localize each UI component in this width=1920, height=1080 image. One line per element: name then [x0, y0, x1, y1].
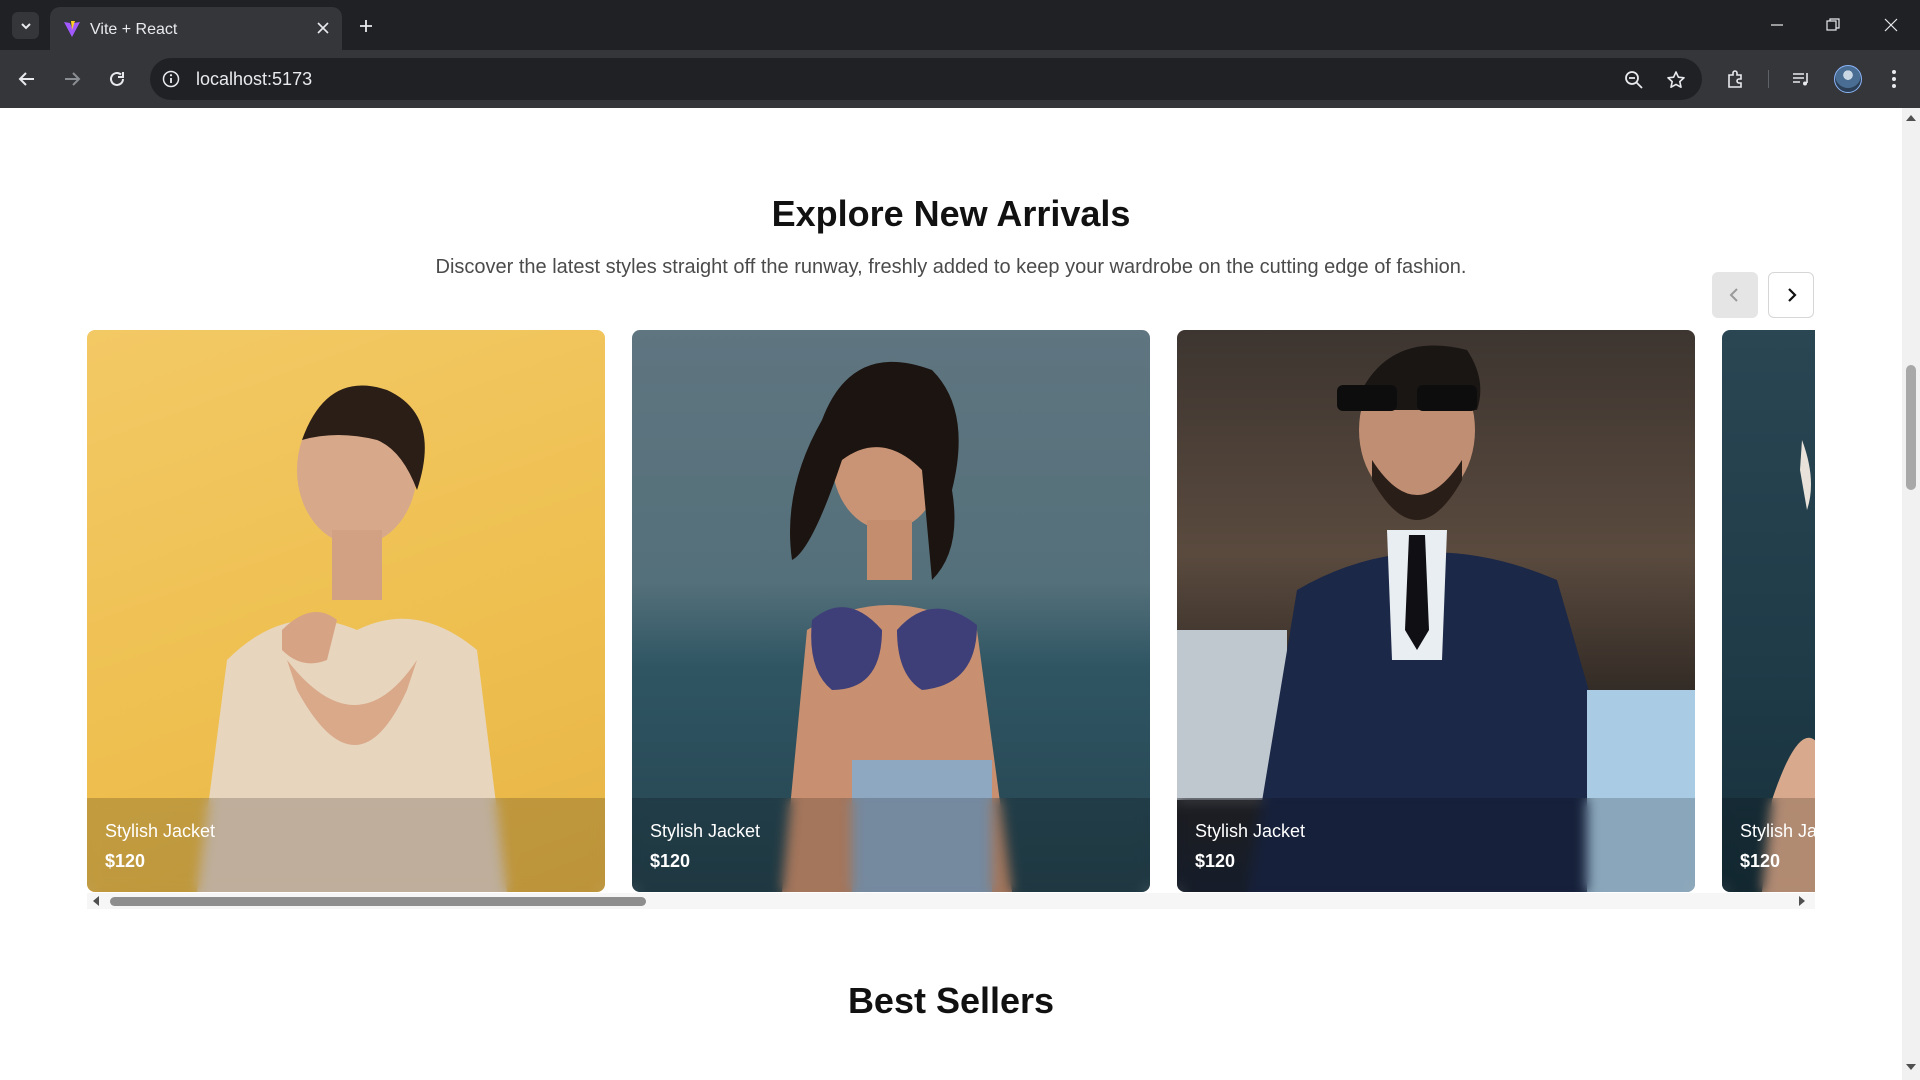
product-price: $120: [650, 851, 691, 871]
vite-logo-icon: [64, 21, 80, 37]
arrow-right-icon: [65, 72, 81, 86]
scroll-left-arrow-icon[interactable]: [93, 896, 99, 906]
browser-tab-strip: Vite + React: [0, 0, 1920, 50]
section-title-new-arrivals: Explore New Arrivals: [771, 193, 1131, 234]
browser-tab-active[interactable]: Vite + React: [50, 7, 342, 50]
product-name: Stylish Jacket: [650, 821, 761, 841]
minimize-icon: [1771, 24, 1783, 26]
tab-title: Vite + React: [90, 21, 178, 38]
product-card[interactable]: Stylish Jacket $120: [87, 330, 605, 892]
star-icon: [1667, 71, 1685, 88]
product-card[interactable]: Stylish Jacket $120: [1722, 330, 1815, 892]
restore-icon: [1826, 18, 1840, 31]
card-caption: [87, 798, 605, 892]
product-price: $120: [1740, 851, 1781, 871]
chevron-left-icon: [1729, 288, 1738, 302]
product-name: Stylish Jacket: [105, 821, 216, 841]
reload-button[interactable]: [102, 64, 132, 94]
reload-icon: [110, 71, 124, 86]
kebab-menu-icon: [1892, 70, 1896, 88]
scroll-down-arrow-icon[interactable]: [1906, 1064, 1916, 1070]
carousel-prev-button[interactable]: [1712, 272, 1758, 318]
forward-button[interactable]: [57, 64, 87, 94]
tab-search-button[interactable]: [12, 12, 39, 39]
product-name: Stylish Jacket: [1195, 821, 1306, 841]
carousel-next-button[interactable]: [1768, 272, 1814, 318]
scroll-right-arrow-icon[interactable]: [1799, 896, 1805, 906]
address-bar[interactable]: localhost:5173: [150, 58, 1702, 100]
zoom-button[interactable]: [1622, 68, 1646, 92]
carousel-scrollbar-thumb[interactable]: [110, 897, 646, 906]
product-price: $120: [1195, 851, 1236, 871]
url-text[interactable]: localhost:5173: [196, 69, 312, 90]
puzzle-icon: [1728, 70, 1742, 88]
page-scrollbar-thumb[interactable]: [1906, 365, 1916, 490]
card-caption: [1722, 798, 1815, 892]
plus-icon: [359, 19, 372, 32]
close-icon: [1884, 18, 1898, 32]
chevron-right-icon: [1788, 288, 1797, 302]
product-card[interactable]: Stylish Jacket $120: [632, 330, 1150, 892]
page-viewport: Explore New Arrivals Discover the latest…: [0, 108, 1902, 1080]
product-price: $120: [105, 851, 146, 871]
info-icon: [162, 70, 180, 88]
page-scrollbar-track[interactable]: [1902, 108, 1920, 1080]
bookmark-button[interactable]: [1664, 68, 1688, 92]
zoom-icon: [1625, 71, 1643, 89]
toolbar-divider: [1768, 70, 1769, 88]
media-control-button[interactable]: [1786, 64, 1816, 94]
card-caption: [632, 798, 1150, 892]
section-subtitle: Discover the latest styles straight off …: [435, 256, 1467, 278]
profile-avatar[interactable]: [1834, 65, 1862, 93]
site-info-button[interactable]: [160, 68, 182, 90]
extensions-button[interactable]: [1721, 64, 1751, 94]
card-caption: [1177, 798, 1695, 892]
browser-menu-button[interactable]: [1879, 64, 1909, 94]
section-title-best-sellers: Best Sellers: [847, 980, 1055, 1021]
back-button[interactable]: [12, 64, 42, 94]
restore-button[interactable]: [1818, 10, 1848, 40]
product-card[interactable]: Stylish Jacket $120: [1177, 330, 1695, 892]
close-window-button[interactable]: [1876, 10, 1906, 40]
close-icon: [317, 22, 329, 34]
media-control-icon: [1793, 73, 1808, 86]
chevron-down-icon: [20, 22, 31, 29]
arrow-left-icon: [18, 72, 34, 86]
new-arrivals-carousel[interactable]: Stylish Jacket $120 Stylish Jacket $120: [87, 330, 1815, 920]
scroll-up-arrow-icon[interactable]: [1906, 115, 1916, 121]
new-tab-button[interactable]: [352, 12, 379, 39]
tab-close-button[interactable]: [312, 17, 334, 39]
minimize-button[interactable]: [1762, 10, 1792, 40]
product-name: Stylish Jacket: [1740, 821, 1815, 841]
browser-toolbar: localhost:5173: [0, 50, 1920, 108]
